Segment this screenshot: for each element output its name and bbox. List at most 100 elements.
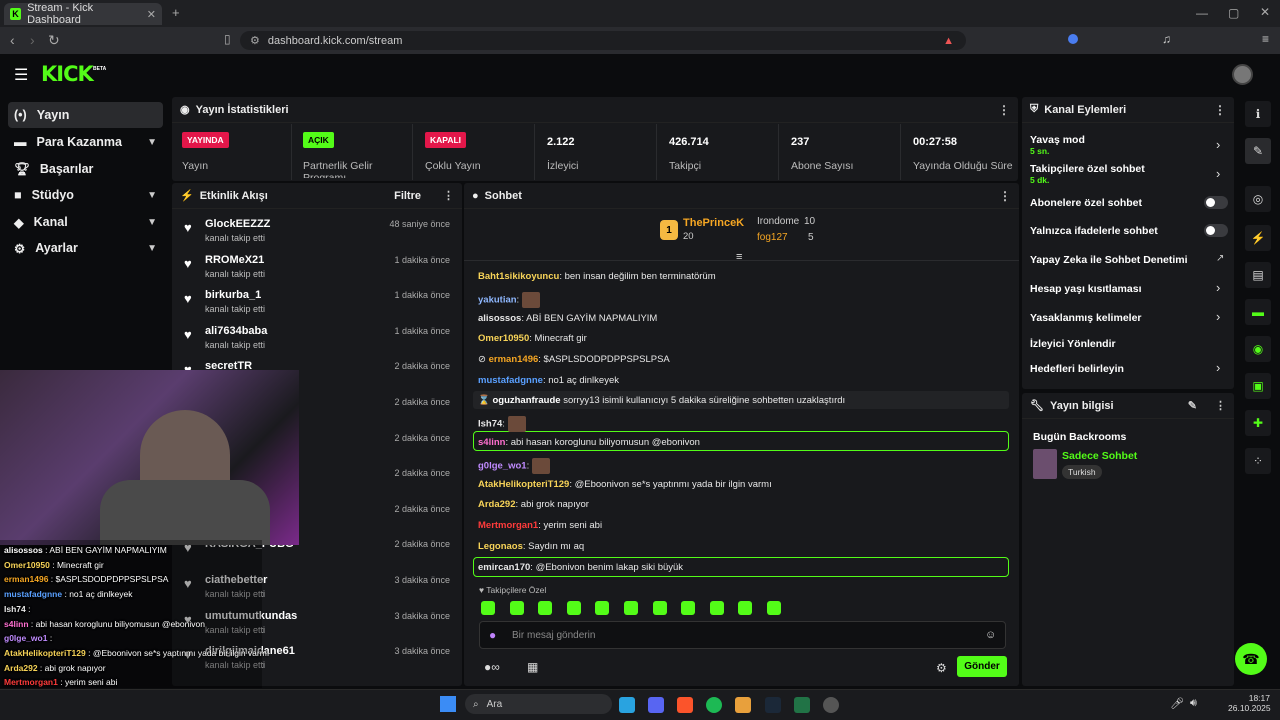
more-options-icon[interactable]: ⋮ (443, 189, 454, 202)
sidebar-item-para-kazanma[interactable]: ▬ Para Kazanma ▼ (8, 129, 163, 155)
tab-close-icon[interactable]: ✕ (147, 8, 156, 21)
emotes-only-toggle[interactable] (1204, 224, 1228, 237)
obs-taskbar-icon[interactable] (823, 697, 839, 713)
action-banned-words[interactable]: Yasaklanmış kelimeler (1030, 312, 1142, 324)
bookmark-icon[interactable]: ▯ (224, 32, 231, 46)
music-icon[interactable]: ♫ (1162, 32, 1171, 46)
chat-username[interactable]: Legonaos (478, 541, 523, 552)
excel-taskbar-icon[interactable] (794, 697, 810, 713)
sidebar-item-studyo[interactable]: ■ Stüdyo ▼ (8, 182, 163, 208)
steam-taskbar-icon[interactable] (619, 697, 635, 713)
emoji-icon[interactable]: ☺ (985, 629, 996, 641)
external-link-icon[interactable]: ↗ (1216, 253, 1224, 264)
category-thumbnail[interactable] (1033, 449, 1057, 479)
brave-taskbar-icon[interactable] (677, 697, 693, 713)
chat-username[interactable]: s4linn (478, 437, 505, 448)
emote-button[interactable] (509, 601, 524, 615)
language-tag[interactable]: Turkish (1062, 465, 1102, 479)
category-name[interactable]: Sadece Sohbet (1062, 450, 1137, 462)
chat-username[interactable]: oguzhanfraude (492, 395, 560, 406)
chat-username[interactable]: alisossos (478, 313, 521, 324)
top-gifter-2[interactable]: Irondome (757, 216, 799, 227)
back-icon[interactable]: ‹ (10, 32, 15, 48)
dashboard-icon[interactable]: ▣ (1245, 373, 1271, 399)
microphone-icon[interactable]: ● (489, 628, 496, 642)
steam-alt-taskbar-icon[interactable] (765, 697, 781, 713)
window-close-icon[interactable]: ✕ (1260, 5, 1270, 19)
wrench-icon[interactable]: ✚ (1245, 410, 1271, 436)
support-icon[interactable]: ☎ (1235, 643, 1267, 675)
chat-username[interactable]: AtakHelikopteriT129 (478, 479, 569, 490)
chat-username[interactable]: yakutian (478, 295, 517, 306)
kick-chat-tools-icon[interactable]: ●∞ (484, 660, 500, 674)
info-icon[interactable]: ℹ (1245, 101, 1271, 127)
broadcast-icon[interactable]: ◉ (1245, 336, 1271, 362)
new-tab-button[interactable]: + (172, 5, 180, 20)
chat-bubble-icon[interactable]: ▬ (1245, 299, 1271, 325)
filter-button[interactable]: Filtre (394, 190, 421, 202)
more-options-icon[interactable]: ⋮ (1215, 399, 1226, 412)
chat-username[interactable]: g0lge_wo1 (478, 461, 527, 472)
emote-button[interactable] (767, 601, 781, 615)
store-icon[interactable]: ▦ (527, 660, 538, 674)
taskbar-clock[interactable]: 18:17 26.10.2025 (1228, 693, 1271, 713)
chevron-right-icon[interactable]: › (1216, 280, 1220, 295)
action-slow-mode[interactable]: Yavaş mod 5 sn. (1030, 134, 1085, 156)
emote-button[interactable] (538, 601, 553, 615)
activity-item[interactable]: ♥ RROMeX21 kanalı takip etti 1 dakika önce (178, 250, 460, 286)
edit-icon[interactable]: ✎ (1188, 399, 1197, 412)
action-followers-only[interactable]: Takipçilere özel sohbet 5 dk. (1030, 163, 1145, 185)
kick-logo[interactable]: KICK (41, 62, 94, 86)
emote-button[interactable] (652, 601, 667, 615)
more-options-icon[interactable]: ⋮ (998, 103, 1010, 117)
layout-icon[interactable]: ◎ (1245, 186, 1271, 212)
action-goals[interactable]: Hedefleri belirleyin (1030, 363, 1124, 375)
activity-username[interactable]: RROMeX21 (205, 254, 264, 266)
activity-item[interactable]: ♥ birkurba_1 kanalı takip etti 1 dakika önc… (178, 285, 460, 321)
send-button[interactable]: Gönder (957, 656, 1007, 677)
windows-start-icon[interactable] (440, 696, 456, 712)
action-account-age[interactable]: Hesap yaşı kısıtlaması (1030, 283, 1142, 295)
spotify-taskbar-icon[interactable] (706, 697, 722, 713)
emote-button[interactable] (738, 601, 753, 615)
apps-icon[interactable]: ⁘ (1245, 448, 1271, 474)
emote-button[interactable] (595, 601, 610, 615)
chevron-right-icon[interactable]: › (1216, 360, 1220, 375)
pin-icon[interactable]: ≡ (736, 251, 742, 263)
sidebar-item-basarilar[interactable]: 🏆︎ Başarılar (8, 156, 163, 182)
more-options-icon[interactable]: ⋮ (999, 189, 1011, 203)
app-taskbar-icon[interactable] (735, 697, 751, 713)
chat-username[interactable]: emircan170 (478, 562, 530, 573)
activity-username[interactable]: ali7634baba (205, 325, 267, 337)
chat-username[interactable]: Mertmorgan1 (478, 520, 538, 531)
discord-taskbar-icon[interactable] (648, 697, 664, 713)
edit-pen-icon[interactable]: ✎ (1245, 138, 1271, 164)
activity-username[interactable]: GlockEEZZZ (205, 218, 270, 230)
hamburger-menu-icon[interactable]: ☰ (14, 65, 28, 85)
maximize-icon[interactable]: ▢ (1228, 6, 1239, 20)
chat-username[interactable]: mustafadgnne (478, 375, 543, 386)
sidebar-item-kanal[interactable]: ◆ Kanal ▼ (8, 209, 163, 235)
emote-button[interactable] (624, 601, 638, 615)
menu-icon[interactable]: ≡ (1262, 32, 1269, 46)
sidebar-item-ayarlar[interactable]: ⚙ Ayarlar ▼ (8, 235, 163, 261)
chevron-right-icon[interactable]: › (1216, 309, 1220, 324)
sidebar-item-yayin[interactable]: (•) Yayın (8, 102, 163, 128)
emote-button[interactable] (709, 601, 724, 615)
forward-icon[interactable]: › (30, 32, 35, 48)
chevron-right-icon[interactable]: › (1216, 166, 1220, 181)
activity-item[interactable]: ♥ ali7634baba kanalı takip etti 1 dakika ön… (178, 321, 460, 357)
volume-icon[interactable]: 🔊︎ (1190, 697, 1197, 710)
chat-username[interactable]: erman1496 (489, 354, 539, 365)
url-field[interactable]: ⚙ dashboard.kick.com/stream ▲ (240, 31, 966, 50)
document-icon[interactable]: ▤ (1245, 262, 1271, 288)
chat-username[interactable]: Ish74 (478, 419, 502, 430)
brave-shield-icon[interactable]: ▲ (943, 35, 954, 47)
site-info-icon[interactable]: ⚙ (250, 34, 260, 47)
subs-only-toggle[interactable] (1204, 196, 1228, 209)
chat-username[interactable]: Baht1sikikoyuncu (478, 271, 559, 282)
action-ai-moderation[interactable]: Yapay Zeka ile Sohbet Denetimi (1030, 254, 1188, 266)
chat-settings-icon[interactable]: ⚙ (936, 661, 947, 675)
chat-username[interactable]: Omer10950 (478, 333, 529, 344)
chat-username[interactable]: Arda292 (478, 499, 516, 510)
